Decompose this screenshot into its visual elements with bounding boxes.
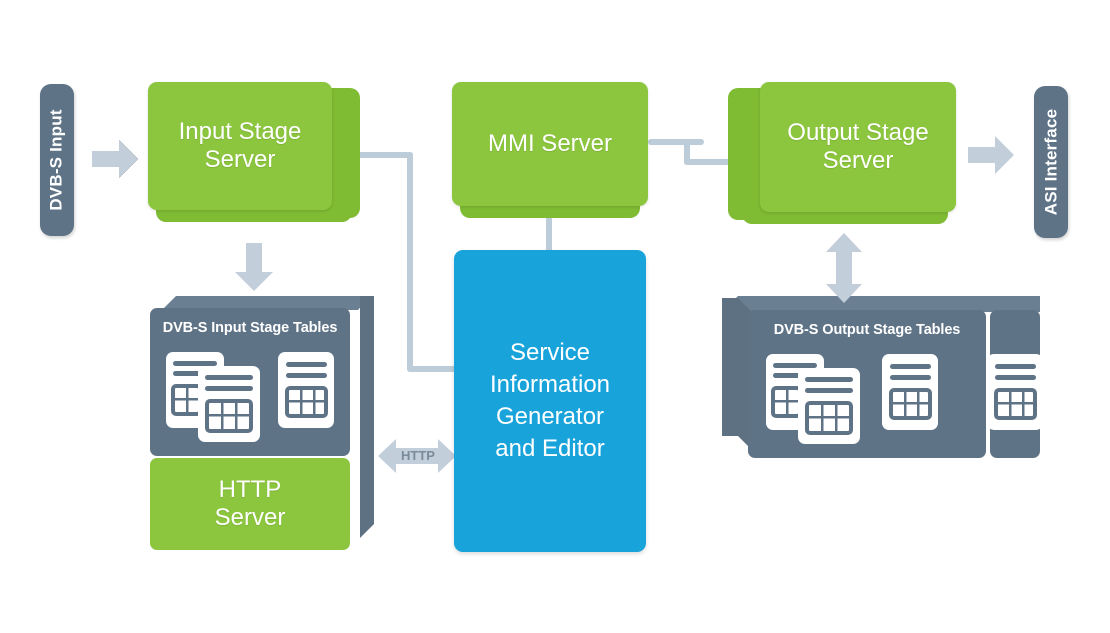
output-tables-title: DVB-S Output Stage Tables <box>773 322 961 338</box>
service-information-generator-editor[interactable]: Service Information Generator and Editor <box>454 250 646 552</box>
arrow-output-stage-to-output-tables <box>822 232 866 304</box>
input-tables-title: DVB-S Input Stage Tables <box>162 320 338 336</box>
dvbs-input-endpoint: DVB-S Input <box>40 84 74 236</box>
output-tables-icon-group <box>762 352 974 448</box>
document-icon-single-2 <box>990 354 1040 430</box>
editor-line-3: Generator <box>495 403 605 430</box>
http-connector-label: HTTP <box>401 448 435 463</box>
input-stage-server-face: Input Stage Server <box>148 82 332 210</box>
arrow-input-to-input-stage <box>92 138 140 180</box>
input-stage-server-label-line1: Input Stage <box>178 117 302 145</box>
output-tables-panel-secondary <box>990 310 1040 458</box>
input-stage-server-label-line2: Server <box>204 146 276 173</box>
dvbs-input-label: DVB-S Input <box>47 109 67 211</box>
dvbs-input-stage-tables-block[interactable]: DVB-S Input Stage Tables HTTP Server <box>150 296 374 550</box>
service-information-generator-editor-label: Service Information Generator and Editor <box>490 337 610 465</box>
output-stage-server-label-line1: Output Stage <box>787 118 929 146</box>
output-tables-panel: DVB-S Output Stage Tables <box>748 310 986 458</box>
arrow-output-stage-to-asi <box>968 134 1016 176</box>
mmi-server[interactable]: MMI Server <box>452 82 648 218</box>
http-server-panel[interactable]: HTTP Server <box>150 458 350 550</box>
output-stage-server-label-line2: Server <box>822 147 894 174</box>
document-icon-single-1 <box>882 354 938 430</box>
mmi-server-face: MMI Server <box>452 82 648 206</box>
output-stage-server[interactable]: Output Stage Server <box>728 82 956 224</box>
document-icon-front <box>798 368 860 444</box>
connector-input-to-editor-horizontal-top <box>355 152 413 158</box>
editor-line-2: Information <box>489 371 611 399</box>
editor-line-4: and Editor <box>495 434 605 462</box>
input-tables-panel: DVB-S Input Stage Tables <box>150 308 350 456</box>
arrow-input-stage-to-input-tables <box>233 243 275 293</box>
document-icon-front <box>198 366 260 442</box>
mmi-server-label: MMI Server <box>478 130 622 158</box>
document-icon-single <box>278 352 334 428</box>
mmi-server-label-line1: MMI Server <box>487 129 612 157</box>
connector-input-to-editor-vertical <box>407 152 413 372</box>
dvbs-output-stage-tables-block[interactable]: DVB-S Output Stage Tables <box>722 296 1040 458</box>
output-stage-server-label: Output Stage Server <box>777 119 938 176</box>
asi-interface-label: ASI Interface <box>1041 108 1060 216</box>
input-tables-icon-group <box>162 350 338 444</box>
http-server-label: HTTP Server <box>205 476 296 533</box>
http-server-label-line1: HTTP <box>218 475 282 503</box>
connector-mmi-to-output-segment-1 <box>648 139 704 145</box>
http-server-label-line2: Server <box>214 504 286 531</box>
input-stage-server-label: Input Stage Server <box>169 118 312 175</box>
architecture-diagram: DVB-S Input Input Stage Server DVB-S Inp… <box>0 0 1110 633</box>
input-stage-server[interactable]: Input Stage Server <box>148 82 360 222</box>
asi-interface-endpoint: ASI Interface <box>1034 86 1068 238</box>
editor-line-1: Service <box>509 339 591 367</box>
output-tables-icon-secondary <box>990 352 1040 432</box>
input-tables-right-3d <box>360 296 374 538</box>
output-stage-server-face: Output Stage Server <box>760 82 956 212</box>
